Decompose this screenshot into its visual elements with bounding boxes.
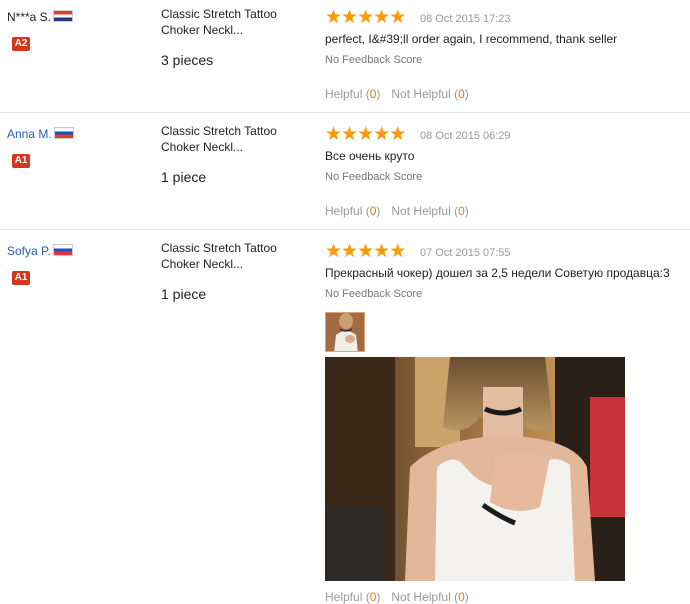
quantity: 3 pieces [161,52,214,68]
review-photo-thumbnail[interactable] [325,312,365,352]
star-icon: ★ [373,241,391,262]
review-text: Прекрасный чокер) дошел за 2,5 недели Со… [325,266,670,280]
helpful-votes: Helpful (0) Not Helpful (0) [325,204,469,218]
helpful-link[interactable]: Helpful (0) [325,204,380,218]
star-rating: ★★★★★ [325,7,407,28]
star-icon: ★ [341,241,359,262]
buyer-name: N***a S. [7,10,52,24]
buyer-level-badge: A1 [12,271,30,285]
product-name[interactable]: Classic Stretch Tattoo Choker Neckl... [161,123,301,155]
divider [0,112,690,113]
not-helpful-link[interactable]: Not Helpful (0) [391,590,468,604]
star-icon: ★ [341,7,359,28]
russia-flag-icon [53,127,74,139]
star-icon: ★ [357,124,375,145]
helpful-votes: Helpful (0) Not Helpful (0) [325,87,469,101]
review-date: 07 Oct 2015 07:55 [420,247,511,259]
helpful-link[interactable]: Helpful (0) [325,590,380,604]
review-photo-image [325,357,625,581]
buyer-level-badge: A2 [12,37,30,51]
helpful-count: 0 [369,87,377,101]
buyer-name[interactable]: Sofya P. [7,244,51,258]
product-name[interactable]: Classic Stretch Tattoo Choker Neckl... [161,240,301,272]
review-photo[interactable] [325,357,625,581]
buyer-info: N***a S. [7,10,74,24]
russia-flag-icon [52,244,73,256]
star-icon: ★ [325,241,343,262]
star-icon: ★ [357,7,375,28]
star-icon: ★ [389,124,407,145]
feedback-score: No Feedback Score [325,54,423,66]
star-rating: ★★★★★ [325,241,407,262]
star-icon: ★ [389,7,407,28]
star-icon: ★ [373,124,391,145]
quantity: 1 piece [161,169,207,185]
not-helpful-count: 0 [458,204,465,218]
buyer-info: Sofya P. [7,244,73,258]
star-icon: ★ [373,7,391,28]
not-helpful-count: 0 [458,87,465,101]
not-helpful-count: 0 [458,590,465,604]
feedback-score: No Feedback Score [325,288,423,300]
review-date: 08 Oct 2015 17:23 [420,13,511,25]
product-name[interactable]: Classic Stretch Tattoo Choker Neckl... [161,6,301,38]
helpful-count: 0 [369,204,377,218]
feedback-score: No Feedback Score [325,171,423,183]
star-icon: ★ [325,7,343,28]
helpful-votes: Helpful (0) Not Helpful (0) [325,590,469,604]
star-rating: ★★★★★ [325,124,407,145]
review-text: perfect, I&#39;ll order again, I recomme… [325,32,618,46]
buyer-info: Anna M. [7,127,74,141]
helpful-link[interactable]: Helpful (0) [325,87,380,101]
review-date: 08 Oct 2015 06:29 [420,130,511,142]
quantity: 1 piece [161,286,207,302]
buyer-name[interactable]: Anna M. [7,127,52,141]
thumbnail-image [326,313,364,351]
not-helpful-link[interactable]: Not Helpful (0) [391,204,468,218]
star-icon: ★ [357,241,375,262]
star-icon: ★ [341,124,359,145]
review-text: Все очень круто [325,149,415,163]
not-helpful-link[interactable]: Not Helpful (0) [391,87,468,101]
star-icon: ★ [325,124,343,145]
divider [0,229,690,230]
star-icon: ★ [389,241,407,262]
buyer-level-badge: A1 [12,154,30,168]
helpful-count: 0 [369,590,377,604]
croatia-flag-icon [53,10,74,22]
